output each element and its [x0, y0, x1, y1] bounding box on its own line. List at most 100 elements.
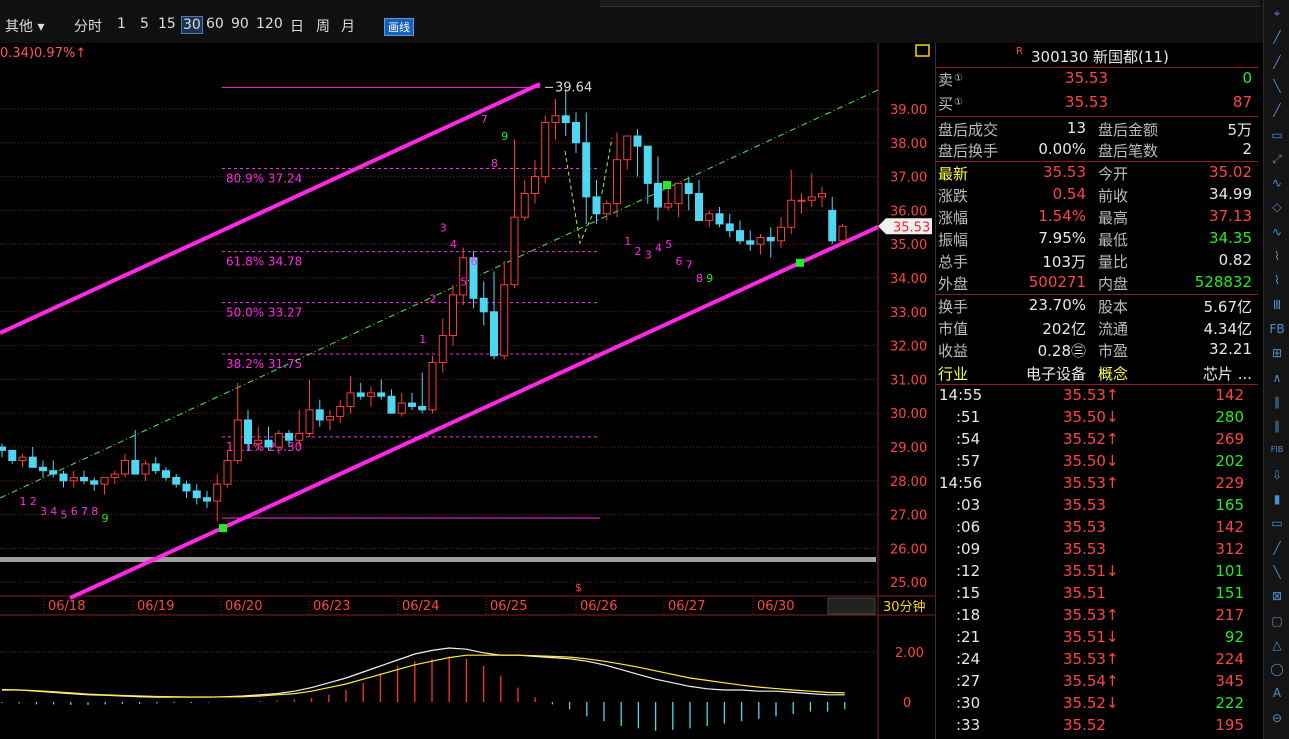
tick-time: :03 [956, 496, 981, 514]
concept-value[interactable]: 芯片 ... [1203, 363, 1252, 384]
stats2-label-1: 市值 [938, 320, 969, 338]
draw-tool-icon-1[interactable]: ╱ [1264, 26, 1289, 48]
buy-label: 买 [938, 95, 954, 113]
tick-row[interactable]: :06 35.53 142 [936, 518, 1258, 540]
candle-body [572, 122, 580, 144]
td-count-label: 2 [430, 292, 437, 305]
tick-row[interactable]: :09 35.53 312 [936, 540, 1258, 562]
period-3[interactable]: 15 [158, 16, 176, 32]
stock-title: 300130 新国都(11) [1031, 48, 1169, 66]
other-dropdown[interactable]: 其他 ▾ [5, 16, 44, 36]
candle-body [828, 209, 837, 242]
buy-price: 35.53 [1065, 93, 1108, 111]
draw-tool-icon-21[interactable]: ▭ [1264, 512, 1289, 534]
period-10[interactable]: 月 [341, 16, 355, 36]
draw-tool-icon-15[interactable]: ∧ [1264, 367, 1289, 389]
candle-body [346, 392, 355, 407]
draw-tool-icon-19[interactable]: ⇩ [1264, 464, 1289, 486]
tick-time: :57 [956, 452, 981, 470]
tick-time: :21 [956, 628, 981, 646]
scroll-box [827, 597, 876, 615]
tick-row[interactable]: :03 35.53 165 [936, 496, 1258, 518]
tick-row[interactable]: :51 35.50↓ 280 [936, 408, 1258, 430]
tick-volume: 165 [1215, 496, 1244, 514]
tick-price: 35.52↓ [1063, 694, 1119, 712]
candle-body [100, 476, 109, 485]
tick-row[interactable]: :21 35.51↓ 92 [936, 628, 1258, 650]
draw-tool-icon-11[interactable]: ⌇ [1264, 269, 1289, 291]
draw-tool-icon-2[interactable]: ╱ [1264, 51, 1289, 73]
draw-tool-icon-7[interactable]: ∿ [1264, 172, 1289, 194]
tick-row[interactable]: :24 35.53↑ 224 [936, 650, 1258, 672]
draw-tool-icon-13[interactable]: FB [1264, 318, 1289, 340]
dollar-mark: $ [575, 581, 582, 594]
tick-row[interactable]: :15 35.51 151 [936, 584, 1258, 606]
draw-tool-icon-29[interactable]: ⊖ [1264, 707, 1289, 729]
candle-body [274, 432, 283, 448]
draw-tool-icon-9[interactable]: ∿ [1264, 221, 1289, 243]
draw-tool-icon-20[interactable]: ▮ [1264, 488, 1289, 510]
period-5[interactable]: 60 [206, 16, 224, 32]
draw-line-button[interactable]: 画线 [384, 18, 414, 36]
period-8[interactable]: 日 [290, 16, 304, 36]
tick-row[interactable]: 14:56 35.53↑ 229 [936, 474, 1258, 496]
after_hours-label-1: 盘后成交 [938, 121, 999, 139]
draw-tool-icon-12[interactable]: Ⅲ [1264, 294, 1289, 316]
draw-tool-icon-6[interactable]: ⤢ [1264, 148, 1289, 170]
td-count-label: 1 [20, 495, 27, 508]
tick-row[interactable]: :27 35.54↑ 345 [936, 672, 1258, 694]
stats-value-2: 35.02 [1209, 163, 1252, 181]
period-1[interactable]: 1 [117, 16, 126, 32]
draw-tool-icon-14[interactable]: ⊞ [1264, 342, 1289, 364]
draw-tool-icon-10[interactable]: ⌇ [1264, 245, 1289, 267]
draw-tool-icon-25[interactable]: ▢ [1264, 610, 1289, 632]
candlestick-chart[interactable]: 0.34)0.97%↑ 39.00 38.00 37.00 36.00 35.00 34.0… [0, 43, 935, 739]
candle-body [80, 476, 88, 482]
draw-tool-icon-22[interactable]: ╱ [1264, 537, 1289, 559]
draw-tool-icon-18[interactable]: FIB [1264, 439, 1289, 461]
stock-title-row: R 300130 新国都(11) [936, 46, 1258, 68]
green-marker [219, 524, 227, 533]
draw-tool-icon-26[interactable]: △ [1264, 634, 1289, 656]
stats-label-1: 涨跌 [938, 187, 969, 205]
candle-body [182, 483, 191, 492]
candle-body [49, 470, 58, 475]
draw-tool-icon-3[interactable]: ╲ [1264, 75, 1289, 97]
period-2[interactable]: 5 [140, 16, 149, 32]
period-9[interactable]: 周 [316, 16, 330, 36]
period-0[interactable]: 分时 [74, 16, 102, 36]
stats2-row: 换手 23.70% 股本 5.67亿 [936, 296, 1258, 318]
period-4[interactable]: 30 [181, 16, 203, 34]
tick-row[interactable]: :57 35.50↓ 202 [936, 452, 1258, 474]
tick-row[interactable]: :18 35.53↑ 217 [936, 606, 1258, 628]
tick-row[interactable]: 14:55 35.53↑ 142 [936, 386, 1258, 408]
tick-row[interactable]: :30 35.52↓ 222 [936, 694, 1258, 716]
draw-tool-icon-24[interactable]: ⊠ [1264, 585, 1289, 607]
after_hours-value-2: 5万 [1227, 121, 1252, 139]
draw-tool-icon-0[interactable]: ⌖ [1264, 2, 1289, 24]
draw-tool-icon-28[interactable]: A [1264, 682, 1289, 704]
stats-label-1: 最新 [938, 165, 969, 183]
fib-label: 61.8% 34.78 [226, 255, 302, 269]
period-7[interactable]: 120 [256, 16, 283, 32]
industry-value[interactable]: 电子设备 [1026, 363, 1086, 384]
period-6[interactable]: 90 [231, 16, 249, 32]
industry-row[interactable]: 行业 电子设备 概念 芯片 ... [936, 363, 1258, 385]
draw-tool-icon-4[interactable]: ╱ [1264, 99, 1289, 121]
tick-price: 35.51↓ [1063, 562, 1119, 580]
draw-tool-icon-17[interactable]: ∥ [1264, 415, 1289, 437]
candle-body [121, 460, 129, 475]
candle-body [203, 497, 211, 502]
after_hours-value-1: 0.00% [1038, 140, 1086, 158]
draw-tool-icon-23[interactable]: ╲ [1264, 561, 1289, 583]
draw-tool-icon-27[interactable]: ◯ [1264, 658, 1289, 680]
tick-row[interactable]: :54 35.52↑ 269 [936, 430, 1258, 452]
draw-tool-icon-16[interactable]: ∥ [1264, 391, 1289, 413]
macd-tick: 2.00 [895, 646, 924, 661]
stats2-value-2: 32.21 [1209, 340, 1252, 358]
tick-row[interactable]: :12 35.51↓ 101 [936, 562, 1258, 584]
draw-tool-icon-8[interactable]: ◇ [1264, 196, 1289, 218]
stats-value-1: 103万 [1042, 253, 1086, 271]
draw-tool-icon-5[interactable]: ▭ [1264, 124, 1289, 146]
tick-row[interactable]: :33 35.52 195 [936, 716, 1258, 738]
